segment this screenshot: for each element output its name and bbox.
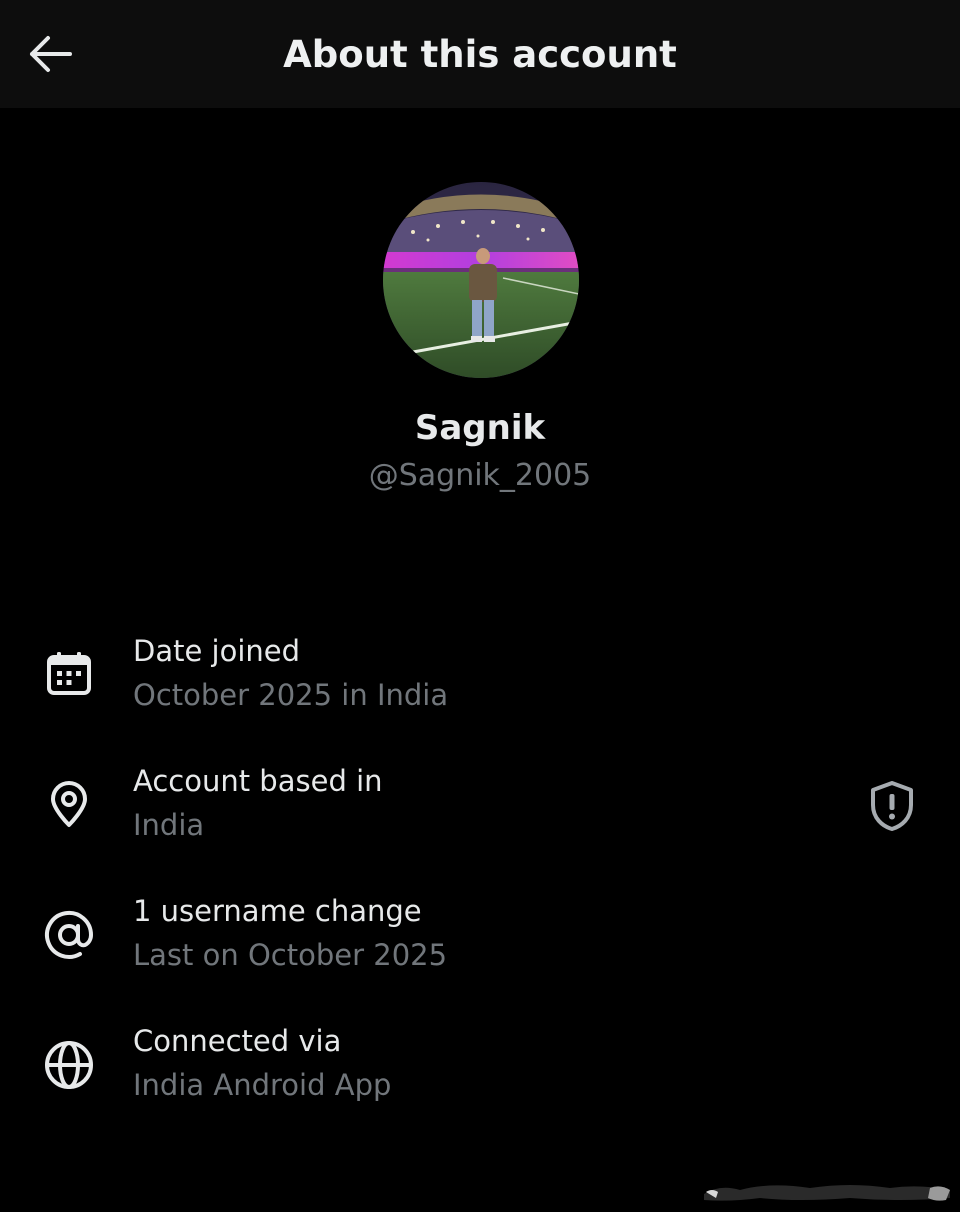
row-title: Date joined: [133, 634, 301, 668]
avatar[interactable]: [383, 182, 579, 378]
info-row-username-change: 1 username change Last on October 2025: [0, 890, 960, 1000]
location-pin-icon: [40, 775, 98, 833]
page-title: About this account: [283, 33, 677, 76]
shield-alert-icon: [871, 781, 913, 831]
arrow-left-icon: [30, 36, 72, 72]
info-row-date-joined: Date joined October 2025 in India: [0, 630, 960, 740]
row-title: 1 username change: [133, 894, 422, 928]
username-handle: @Sagnik_2005: [368, 458, 592, 493]
row-subtitle: India Android App: [133, 1068, 392, 1102]
row-subtitle: Last on October 2025: [133, 938, 448, 972]
profile-photo: [383, 182, 579, 378]
info-row-connected-via: Connected via India Android App: [0, 1020, 960, 1130]
row-title: Connected via: [133, 1024, 342, 1058]
shield-alert-button[interactable]: [862, 776, 922, 836]
globe-icon: [40, 1036, 98, 1094]
watermark-image: [704, 1185, 950, 1201]
row-subtitle: October 2025 in India: [133, 678, 449, 712]
top-app-bar: About this account: [0, 0, 960, 108]
row-subtitle: India: [133, 808, 205, 842]
row-title: Account based in: [133, 764, 383, 798]
display-name: Sagnik: [414, 408, 546, 448]
calendar-icon: [40, 645, 98, 703]
back-button[interactable]: [22, 28, 78, 80]
info-row-account-based-in: Account based in India: [0, 760, 960, 870]
at-sign-icon: [40, 906, 98, 964]
